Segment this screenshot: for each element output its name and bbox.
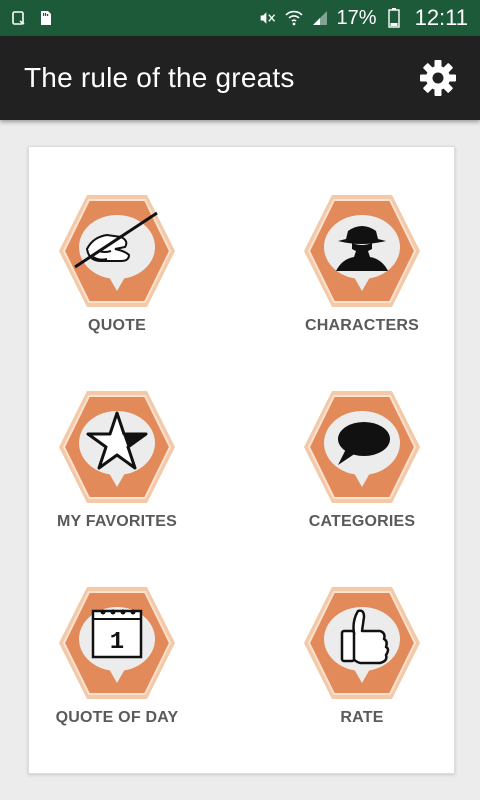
characters-label: CHARACTERS	[305, 317, 419, 334]
rate-label: RATE	[340, 709, 384, 726]
gear-icon	[420, 60, 456, 96]
categories-label: CATEGORIES	[308, 513, 416, 530]
menu-item-quote-of-day[interactable]: 1 QUOTE OF DAY	[17, 585, 217, 755]
rate-badge	[304, 587, 420, 699]
settings-button[interactable]	[416, 56, 460, 100]
favorites-badge	[59, 391, 175, 503]
screenshot-icon	[10, 9, 28, 27]
battery-percent: 17%	[336, 6, 377, 29]
status-bar-right: 17% 12:11	[259, 5, 468, 31]
menu-item-quote[interactable]: QUOTE	[17, 193, 217, 363]
menu-item-characters[interactable]: CHARACTERS	[262, 193, 462, 363]
app-bar: The rule of the greats	[0, 36, 480, 120]
signal-icon	[311, 9, 329, 27]
battery-icon	[385, 8, 403, 28]
quote-of-day-badge: 1	[59, 587, 175, 699]
categories-badge	[304, 391, 420, 503]
menu-item-categories[interactable]: CATEGORIES	[262, 389, 462, 559]
menu-item-rate[interactable]: RATE	[262, 585, 462, 755]
menu-card: QUOTE CHARACTERS MY FAVORITES CATEGORIES…	[28, 146, 455, 774]
quote-of-day-label: QUOTE OF DAY	[55, 709, 179, 726]
sd-card-icon	[36, 9, 54, 27]
app-title: The rule of the greats	[24, 62, 295, 93]
calendar-day-number: 1	[110, 629, 124, 656]
status-bar: 17% 12:11	[0, 0, 480, 36]
quote-label: QUOTE	[88, 317, 146, 334]
clock: 12:11	[414, 5, 468, 30]
status-bar-left	[10, 9, 54, 27]
mute-icon	[259, 9, 277, 27]
my-favorites-label: MY FAVORITES	[56, 513, 178, 530]
calendar-icon: 1	[91, 609, 143, 659]
quote-badge	[59, 195, 175, 307]
characters-badge	[304, 195, 420, 307]
wifi-icon	[284, 9, 303, 27]
menu-item-my-favorites[interactable]: MY FAVORITES	[17, 389, 217, 559]
